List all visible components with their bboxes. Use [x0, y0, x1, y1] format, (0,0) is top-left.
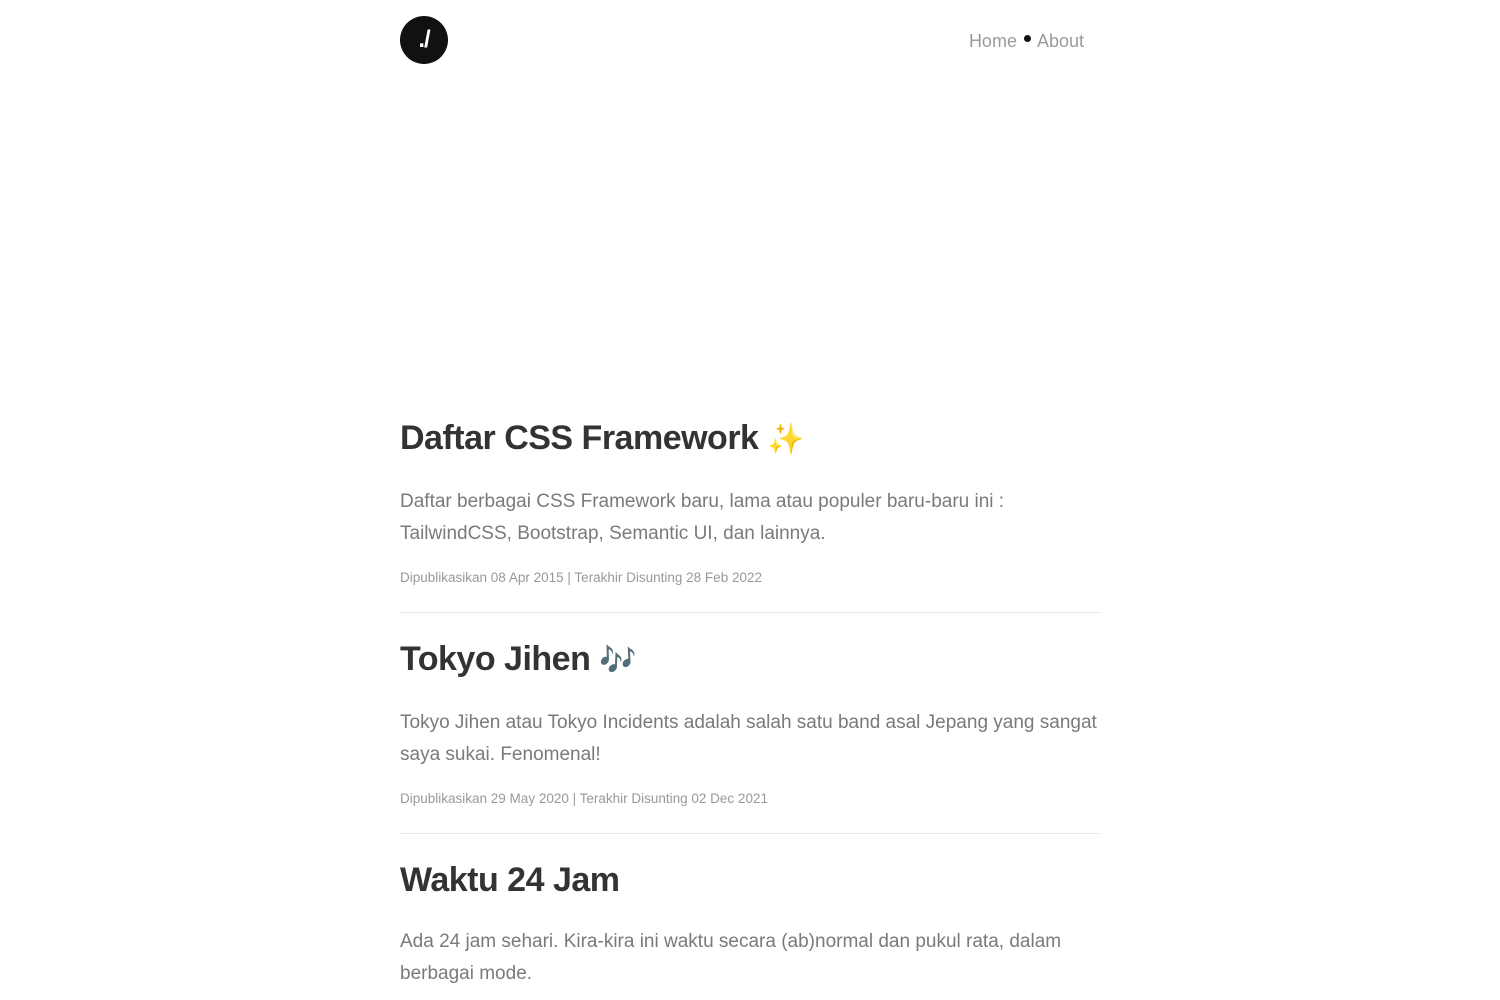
sparkles-icon: ✨ — [767, 422, 805, 457]
nav-separator-dot — [1023, 34, 1031, 42]
post-title-text: Tokyo Jihen — [400, 640, 591, 678]
site-header: ./ Home About — [400, 0, 1100, 80]
post-title-link[interactable]: Waktu 24 Jam — [400, 854, 1100, 906]
post-title-link[interactable]: Daftar CSS Framework ✨ — [400, 412, 1100, 466]
nav-home-link[interactable]: Home — [969, 28, 1017, 54]
main-nav: Home About — [969, 28, 1084, 54]
post-title-link[interactable]: Tokyo Jihen 🎶 — [400, 633, 1100, 687]
post-title-text: Waktu 24 Jam — [400, 861, 620, 899]
post-list: Daftar CSS Framework ✨ Daftar berbagai C… — [400, 412, 1100, 1000]
post-item: Waktu 24 Jam Ada 24 jam sehari. Kira-kir… — [400, 854, 1100, 1000]
nav-about-link[interactable]: About — [1037, 28, 1084, 54]
post-excerpt: Daftar berbagai CSS Framework baru, lama… — [400, 491, 1005, 544]
post-meta: Dipublikasikan 08 Apr 2015 | Terakhir Di… — [400, 570, 762, 585]
post-item: Tokyo Jihen 🎶 Tokyo Jihen atau Tokyo Inc… — [400, 633, 1100, 834]
post-item: Daftar CSS Framework ✨ Daftar berbagai C… — [400, 412, 1100, 613]
post-title-text: Daftar CSS Framework — [400, 419, 759, 457]
site-logo[interactable]: ./ — [400, 16, 448, 64]
page-container: ./ Home About Daftar CSS Framework ✨ Daf… — [400, 0, 1100, 984]
music-notes-icon: 🎶 — [599, 643, 637, 678]
post-excerpt: Ada 24 jam sehari. Kira-kira ini waktu s… — [400, 931, 1062, 984]
post-meta: Dipublikasikan 29 May 2020 | Terakhir Di… — [400, 791, 768, 806]
post-excerpt: Tokyo Jihen atau Tokyo Incidents adalah … — [400, 712, 1097, 765]
